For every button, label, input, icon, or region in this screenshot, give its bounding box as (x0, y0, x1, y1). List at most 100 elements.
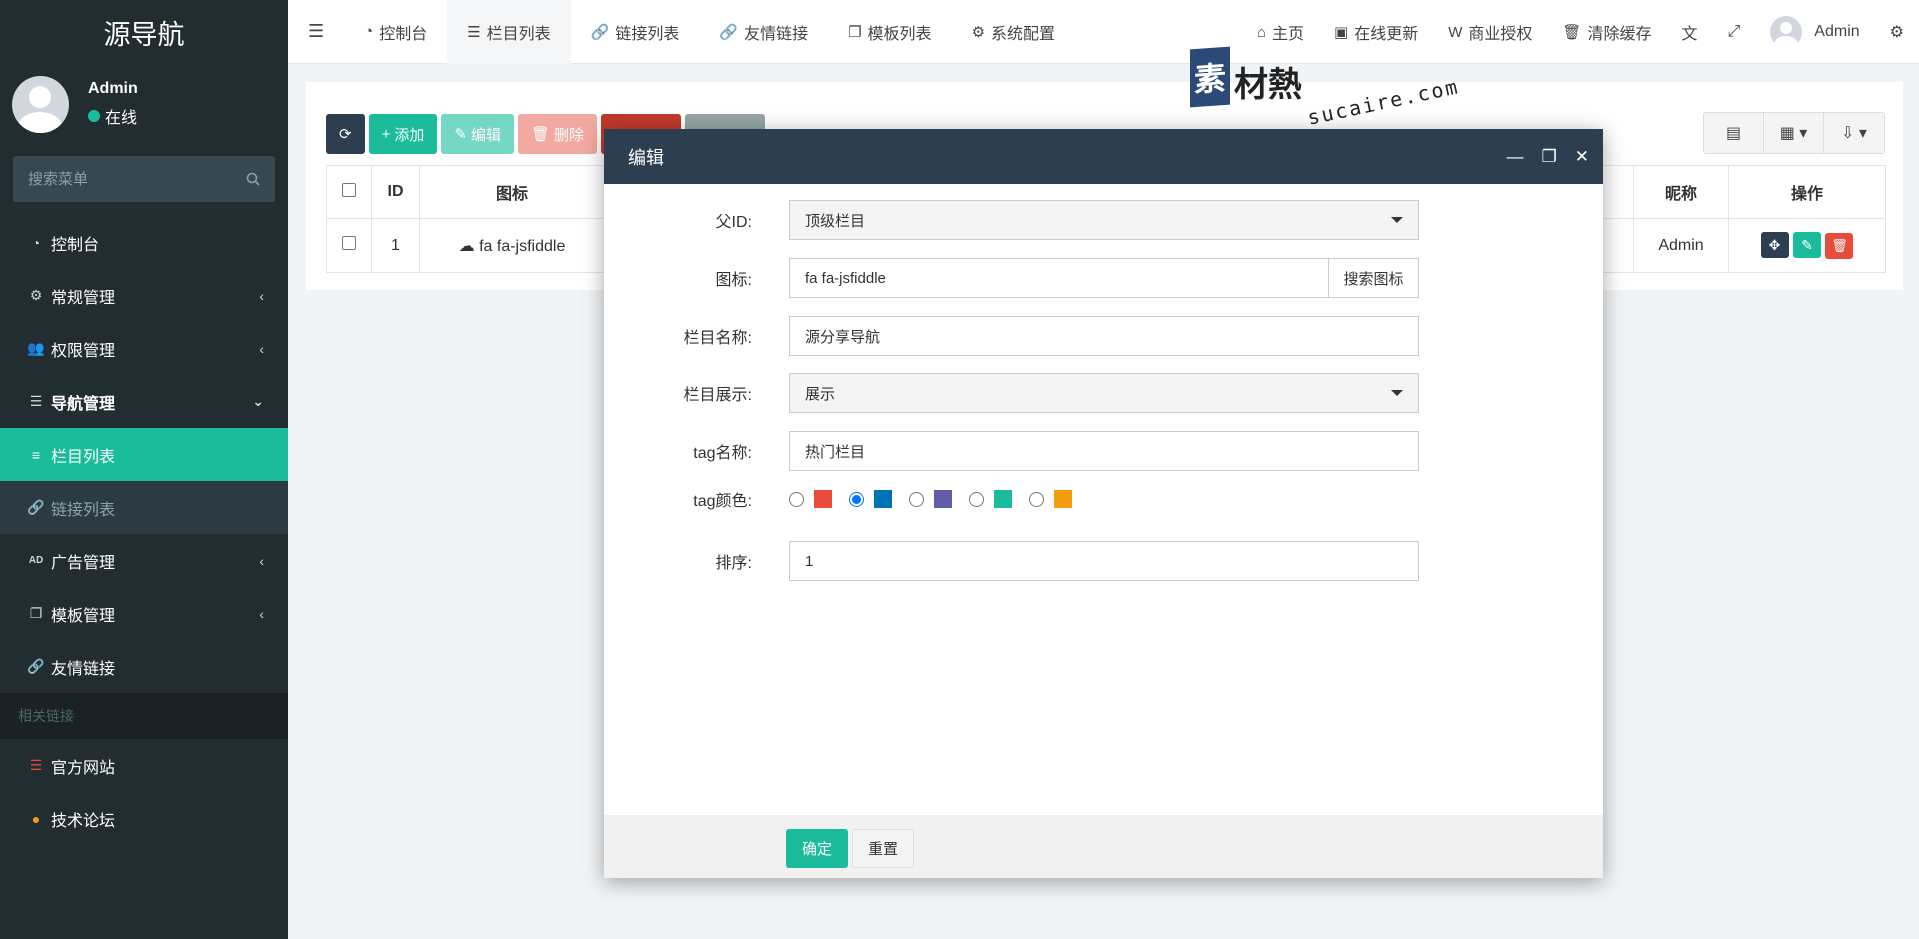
row-edit-button[interactable]: ✎ (1793, 232, 1821, 258)
color-swatch-blue (874, 490, 892, 508)
settings-button[interactable]: ⚙ (1875, 0, 1919, 64)
sidebar-item-ads[interactable]: AD 广告管理 ‹ (0, 534, 288, 587)
sidebar-item-column-list[interactable]: ≡ 栏目列表 (0, 428, 288, 481)
nav-clear-cache[interactable]: 🗑 清除缓存 (1547, 0, 1666, 64)
dashboard-icon: ◔ (31, 234, 41, 251)
fullscreen-icon: ⤢ (1727, 23, 1741, 40)
header-actions: 操作 (1728, 165, 1886, 219)
avatar (12, 75, 69, 133)
color-radio-teal[interactable] (969, 491, 984, 507)
fullscreen-button[interactable]: ⤢ (1712, 0, 1755, 64)
tab-link-list[interactable]: 🔗 链接列表 (571, 0, 700, 64)
confirm-button[interactable]: 确定 (786, 829, 848, 868)
sort-input[interactable]: 1 (789, 541, 1419, 581)
form-row-show: 栏目展示: 展示 (604, 373, 1419, 413)
color-radio-red[interactable] (789, 491, 804, 507)
toggle-view-button[interactable]: ▤ (1704, 113, 1764, 153)
gear-icon: ⚙ (1889, 24, 1904, 41)
select-all-checkbox[interactable] (342, 182, 356, 197)
sidebar-item-friend-links[interactable]: 🔗 友情链接 (0, 640, 288, 693)
add-button[interactable]: + 添加 (368, 114, 438, 154)
sidebar-item-dashboard[interactable]: ◔ 控制台 (0, 216, 288, 269)
export-icon: ⇩ ▾ (1841, 125, 1867, 142)
caret-down-icon (1391, 390, 1403, 396)
tag-input[interactable]: 热门栏目 (789, 431, 1419, 471)
link-icon: 🔗 (27, 499, 45, 515)
close-icon[interactable]: ✕ (1575, 147, 1589, 167)
reset-button[interactable]: 重置 (852, 829, 914, 868)
color-radio-orange[interactable] (1029, 491, 1044, 507)
user-menu[interactable]: Admin (1755, 0, 1874, 64)
trash-icon: 🗑 (530, 126, 550, 143)
tab-dashboard[interactable]: ◔ 控制台 (344, 0, 447, 64)
tab-friend-links[interactable]: 🔗 友情链接 (699, 0, 828, 64)
tab-template-list[interactable]: ❐ 模板列表 (828, 0, 951, 64)
name-input[interactable]: 源分享导航 (789, 316, 1419, 356)
chevron-left-icon: ‹ (259, 287, 264, 304)
caret-down-icon (1391, 217, 1403, 223)
row-delete-button[interactable]: 🗑 (1825, 233, 1854, 259)
search-icon[interactable] (246, 172, 260, 186)
license-icon: W (1448, 23, 1463, 41)
chevron-left-icon: ‹ (259, 605, 264, 622)
delete-button[interactable]: 🗑 删除 (517, 114, 598, 154)
watermark: 素 材熱 sucaire.com (1190, 46, 1461, 130)
chevron-left-icon: ‹ (259, 340, 264, 357)
header-icon: 图标 (419, 165, 605, 219)
gear-icon: ⚙ (971, 23, 986, 41)
chevron-down-icon: ⌄ (252, 393, 264, 409)
tab-system-config[interactable]: ⚙ 系统配置 (952, 0, 1075, 64)
color-label: tag颜色: (693, 493, 752, 510)
sidebar-link-forum[interactable]: ● 技术论坛 (0, 792, 288, 845)
dashboard-icon: ◔ (364, 23, 374, 40)
color-swatch-red (814, 490, 832, 508)
sidebar-item-link-list[interactable]: 🔗 链接列表 (0, 481, 288, 534)
tab-column-list[interactable]: ☰ 栏目列表 (447, 0, 571, 64)
comment-icon: ● (31, 810, 41, 827)
color-options (789, 490, 1089, 508)
color-radio-blue[interactable] (849, 491, 864, 507)
sidebar-search-input[interactable] (28, 170, 228, 188)
sidebar-item-navigation[interactable]: ☰ 导航管理 ⌄ (0, 375, 288, 428)
sidebar-link-official[interactable]: ☰ 官方网站 (0, 739, 288, 792)
edit-button[interactable]: ✎ 编辑 (441, 114, 514, 154)
move-button[interactable]: ✥ (1760, 232, 1789, 258)
color-swatch-orange (1054, 490, 1072, 508)
link-icon: 🔗 (719, 23, 739, 41)
search-icon-button[interactable]: 搜索图标 (1329, 258, 1419, 298)
name-label: 栏目名称: (683, 330, 752, 347)
show-select[interactable]: 展示 (789, 373, 1419, 413)
refresh-icon: ⟳ (339, 126, 352, 143)
clone-icon: ❐ (29, 605, 43, 621)
table-tools: ▤ ▦ ▾ ⇩ ▾ (1703, 112, 1885, 154)
pencil-icon: ✎ (454, 126, 467, 143)
watermark-logo: 素 (1190, 46, 1230, 108)
language-button[interactable]: 文 (1666, 0, 1712, 64)
icon-label: 图标: (715, 272, 752, 289)
minimize-icon[interactable]: — (1507, 147, 1524, 167)
export-button[interactable]: ⇩ ▾ (1824, 113, 1884, 153)
form-row-tag: tag名称: 热门栏目 (604, 431, 1419, 471)
modal-title: 编辑 (628, 147, 664, 168)
sidebar-toggle[interactable]: ☰ (288, 0, 344, 64)
refresh-button[interactable]: ⟳ (326, 114, 365, 154)
maximize-icon[interactable]: ❐ (1542, 147, 1557, 167)
brand-logo[interactable]: 源导航 (0, 0, 288, 64)
select-all-cell (326, 165, 372, 219)
sidebar-search (13, 156, 275, 202)
row-checkbox[interactable] (342, 236, 356, 250)
list-icon: ☰ (29, 757, 43, 773)
table-icon: ▤ (1725, 125, 1742, 142)
sidebar-item-general[interactable]: ⚙ 常规管理 ‹ (0, 269, 288, 322)
sidebar-item-permission[interactable]: 👥 权限管理 ‹ (0, 322, 288, 375)
columns-button[interactable]: ▦ ▾ (1764, 113, 1824, 153)
color-radio-purple[interactable] (909, 491, 924, 507)
online-dot-icon (88, 110, 100, 122)
update-icon: ▣ (1334, 24, 1349, 41)
form-row-color: tag颜色: (604, 489, 1072, 510)
sidebar-item-template[interactable]: ❐ 模板管理 ‹ (0, 587, 288, 640)
link-icon: 🔗 (590, 23, 610, 41)
user-status: 在线 (88, 104, 138, 128)
icon-input[interactable]: fa fa-jsfiddle (789, 258, 1329, 298)
parent-select[interactable]: 顶级栏目 (789, 200, 1419, 240)
